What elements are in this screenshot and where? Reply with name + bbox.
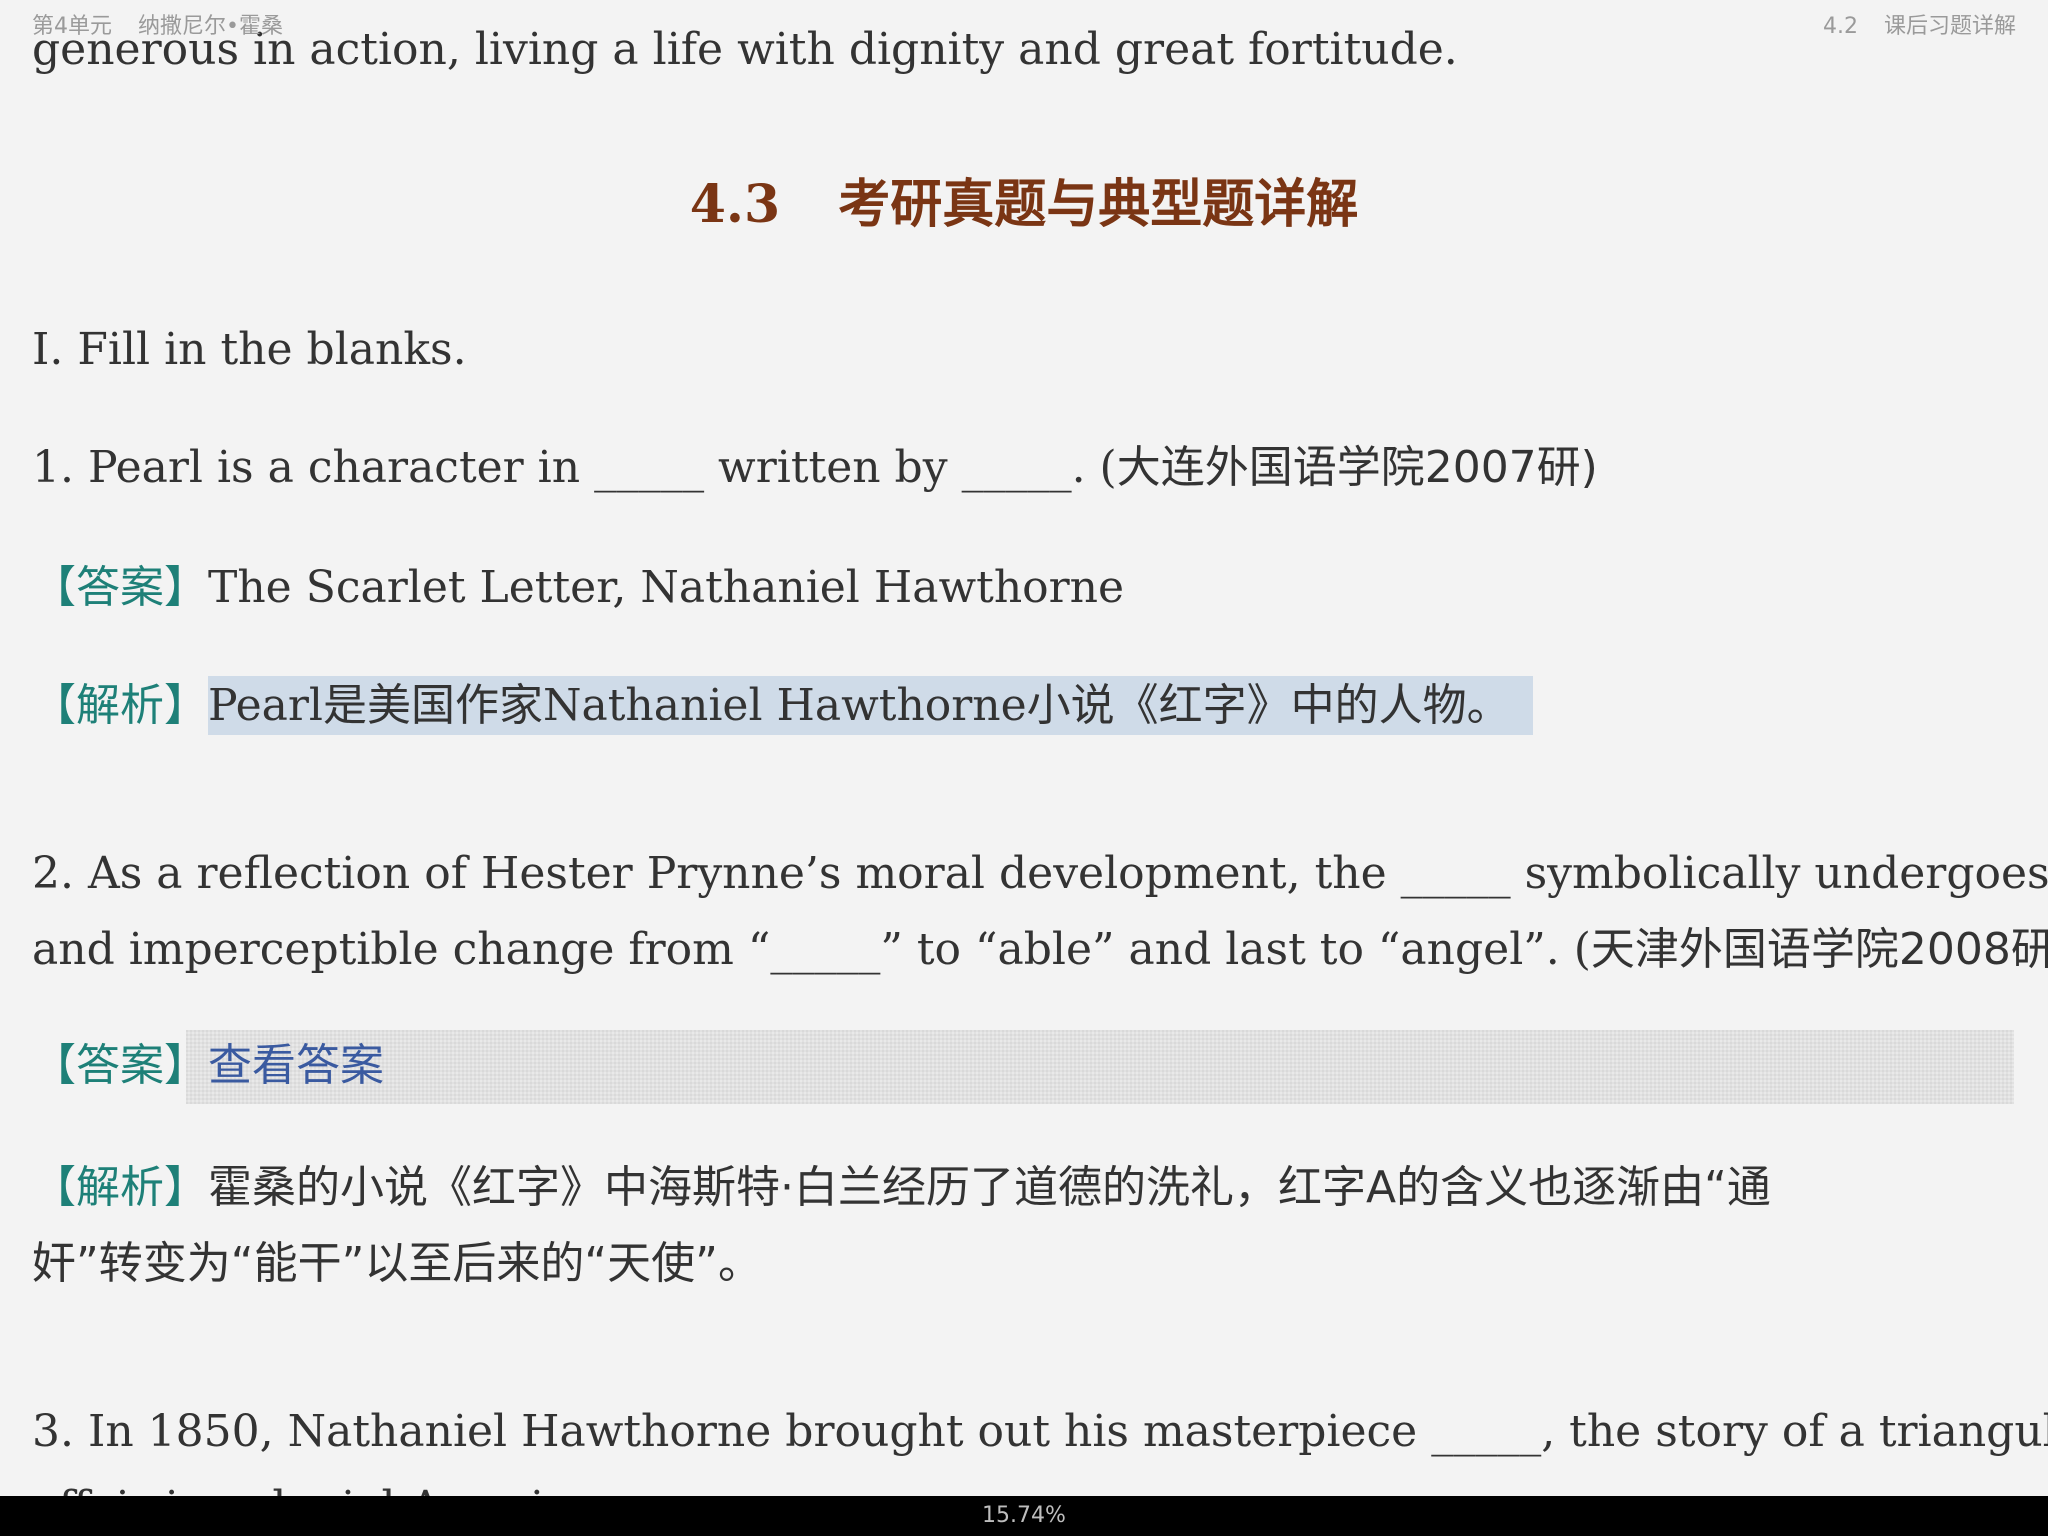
header-section-number: 4.2	[1822, 14, 1858, 39]
part-heading: I. Fill in the blanks.	[32, 324, 467, 375]
question-1: 1. Pearl is a character in _____ written…	[32, 438, 1598, 498]
answer-tag: 【答案】	[32, 562, 208, 613]
analysis-2-line-1: 【解析】霍桑的小说《红字》中海斯特·白兰经历了道德的洗礼，红字A的含义也逐渐由“…	[32, 1158, 1771, 1218]
reader-page: generous in action, living a life with d…	[0, 0, 2048, 1496]
section-number: 4.3	[689, 174, 781, 235]
question-1-source: 大连外国语学院2007研)	[1116, 442, 1598, 493]
section-heading: 4.3 考研真题与典型题详解	[0, 162, 2048, 237]
question-2-source: 天津外国语学院2008研)	[1590, 924, 2048, 975]
running-header: 第4单元 纳撒尼尔•霍桑 4.2 课后习题详解	[0, 0, 2048, 40]
analysis-tag: 【解析】	[32, 680, 208, 731]
header-chapter: 第4单元	[32, 14, 112, 39]
question-1-text: 1. Pearl is a character in _____ written…	[32, 442, 1117, 493]
analysis-1-highlighted-text[interactable]: Pearl是美国作家Nathaniel Hawthorne小说《红字》中的人物。	[208, 676, 1533, 735]
header-left: 第4单元 纳撒尼尔•霍桑	[32, 8, 283, 40]
section-title: 考研真题与典型题详解	[838, 174, 1359, 235]
answer-2: 【答案】查看答案	[32, 1036, 384, 1096]
question-3-line-2: affair in colonial America.	[32, 1478, 609, 1496]
view-answer-bar[interactable]	[186, 1030, 2014, 1104]
answer-tag: 【答案】	[32, 1040, 208, 1091]
analysis-tag: 【解析】	[32, 1162, 208, 1213]
reading-progress-bar: 15.74%	[0, 1496, 2048, 1536]
answer-1-text: The Scarlet Letter, Nathaniel Hawthorne	[208, 562, 1125, 613]
question-2-line-2: and imperceptible change from “_____” to…	[32, 920, 2048, 980]
answer-1: 【答案】The Scarlet Letter, Nathaniel Hawtho…	[32, 558, 1124, 618]
reading-progress: 15.74%	[982, 1503, 1066, 1528]
question-3-line-1: 3. In 1850, Nathaniel Hawthorne brought …	[32, 1406, 2048, 1457]
question-2-line-1: 2. As a reflection of Hester Prynne’s mo…	[32, 848, 2048, 899]
analysis-1: 【解析】Pearl是美国作家Nathaniel Hawthorne小说《红字》中…	[32, 676, 1533, 736]
header-right: 4.2 课后习题详解	[1823, 8, 2016, 40]
analysis-2-line-2: 奸”转变为“能干”以至后来的“天使”。	[32, 1238, 762, 1289]
header-author: 纳撒尼尔•霍桑	[138, 14, 283, 39]
question-2-text: and imperceptible change from “_____” to…	[32, 924, 1591, 975]
header-section-title: 课后习题详解	[1883, 14, 2016, 39]
view-answer-link[interactable]: 查看答案	[208, 1040, 384, 1091]
analysis-2-text: 霍桑的小说《红字》中海斯特·白兰经历了道德的洗礼，红字A的含义也逐渐由“通	[208, 1162, 1771, 1213]
